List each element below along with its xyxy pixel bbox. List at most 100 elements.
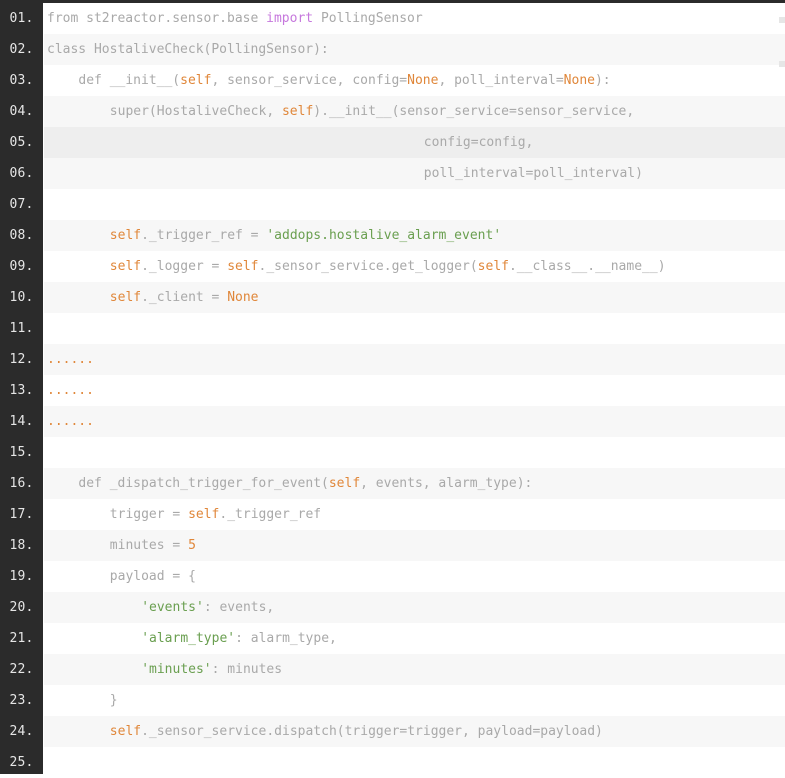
line-number: 10. [9, 290, 34, 305]
code-token-plain: minutes = [109, 538, 189, 553]
code-line: 07. [0, 189, 785, 220]
line-number: 19. [9, 569, 34, 584]
line-code: class HostaliveCheck(PollingSensor): [44, 34, 785, 65]
line-number: 14. [9, 414, 34, 429]
code-token-plain: super(HostaliveCheck, [109, 104, 282, 119]
code-token-none: None [227, 290, 259, 305]
line-number: 20. [9, 600, 34, 615]
code-line: 21. 'alarm_type': alarm_type, [0, 623, 785, 654]
code-token-self: self [109, 259, 142, 274]
line-number: 11. [9, 321, 34, 336]
code-token-plain: ._sensor_service.get_logger( [258, 259, 478, 274]
code-line: 05. config=config, [0, 127, 785, 158]
code-token-self: self [328, 476, 361, 491]
code-line: 19. payload = { [0, 561, 785, 592]
code-token-self: self [281, 104, 314, 119]
code-token-plain: : events, [203, 600, 275, 615]
code-token-str: 'alarm_type' [141, 631, 236, 646]
code-token-plain: ._trigger_ref [219, 507, 322, 522]
line-code: 'minutes': minutes [44, 654, 785, 685]
code-line: 06. poll_interval=poll_interval) [0, 158, 785, 189]
code-token-kw: import [266, 11, 314, 26]
line-code: ...... [44, 406, 785, 437]
code-line: 17. trigger = self._trigger_ref [0, 499, 785, 530]
code-token-none: None [407, 73, 439, 88]
code-token-plain: : alarm_type, [235, 631, 337, 646]
code-line: 02. class HostaliveCheck(PollingSensor): [0, 34, 785, 65]
line-code: ...... [44, 375, 785, 406]
code-line: 13....... [0, 375, 785, 406]
code-token-plain: ).__init__(sensor_service=sensor_service… [313, 104, 635, 119]
code-token-plain: } [109, 693, 118, 708]
code-line: 08. self._trigger_ref = 'addops.hostalive… [0, 220, 785, 251]
code-line: 12....... [0, 344, 785, 375]
line-code: ...... [44, 344, 785, 375]
line-number: 06. [9, 166, 34, 181]
code-token-plain: trigger = [109, 507, 189, 522]
line-number: 03. [9, 73, 34, 88]
line-number: 24. [9, 724, 34, 739]
line-code: payload = { [44, 561, 785, 592]
code-token-plain: ._logger = [141, 259, 228, 274]
code-line: 16. def _dispatch_trigger_for_event(self,… [0, 468, 785, 499]
code-token-plain: payload = { [109, 569, 196, 584]
code-token-plain: def __init__( [78, 73, 181, 88]
code-line: 10. self._client = None [0, 282, 785, 313]
line-number: 18. [9, 538, 34, 553]
code-token-plain: ._client = [141, 290, 228, 305]
code-token-str: 'events' [141, 600, 204, 615]
line-code: self._sensor_service.dispatch(trigger=tr… [44, 716, 785, 747]
scrollbar-marker[interactable] [779, 61, 785, 67]
code-token-self: self [227, 259, 259, 274]
line-code: def __init__(self, sensor_service, confi… [44, 65, 785, 96]
scrollbar-marker[interactable] [779, 17, 785, 23]
line-code [44, 189, 785, 220]
code-lines: 01. from st2reactor.sensor.base import Po… [0, 3, 785, 778]
code-token-plain: , poll_interval= [438, 73, 564, 88]
code-token-plain: class HostaliveCheck(PollingSensor): [47, 42, 329, 57]
code-token-plain: from st2reactor.sensor.base [47, 11, 267, 26]
line-number: 08. [9, 228, 34, 243]
code-token-plain: ._trigger_ref = [141, 228, 267, 243]
code-token-plain: def _dispatch_trigger_for_event( [78, 476, 329, 491]
code-token-self: self [109, 228, 142, 243]
line-code [44, 313, 785, 344]
code-line: 24. self._sensor_service.dispatch(trigger… [0, 716, 785, 747]
code-token-plain: config=config, [423, 135, 534, 150]
code-line: 15. [0, 437, 785, 468]
code-token-self: self [109, 290, 142, 305]
line-code: self._client = None [44, 282, 785, 313]
code-token-self: self [477, 259, 509, 274]
code-line: 14....... [0, 406, 785, 437]
code-token-plain: , events, alarm_type): [360, 476, 533, 491]
line-number: 21. [9, 631, 34, 646]
code-line: 03. def __init__(self, sensor_service, co… [0, 65, 785, 96]
line-number: 01. [9, 11, 34, 26]
line-number: 25. [9, 755, 34, 770]
line-code: from st2reactor.sensor.base import Polli… [44, 3, 785, 34]
code-viewer: 01. from st2reactor.sensor.base import Po… [0, 0, 785, 774]
code-line: 09. self._logger = self._sensor_service.g… [0, 251, 785, 282]
line-code: trigger = self._trigger_ref [44, 499, 785, 530]
line-number: 15. [9, 445, 34, 460]
code-token-dots: ...... [47, 414, 94, 429]
line-code: config=config, [44, 127, 785, 158]
line-number: 22. [9, 662, 34, 677]
code-line: 23.} [0, 685, 785, 716]
line-number: 09. [9, 259, 34, 274]
line-code: self._logger = self._sensor_service.get_… [44, 251, 785, 282]
code-token-str: 'minutes' [141, 662, 212, 677]
line-code: minutes = 5 [44, 530, 785, 561]
line-code: } [44, 685, 785, 716]
code-line: 25. [0, 747, 785, 778]
line-number: 05. [9, 135, 34, 150]
code-line: 01. from st2reactor.sensor.base import Po… [0, 3, 785, 34]
code-token-self: self [188, 507, 220, 522]
line-code: 'alarm_type': alarm_type, [44, 623, 785, 654]
code-token-num: 5 [188, 538, 196, 553]
code-token-dots: ...... [47, 383, 94, 398]
line-number: 17. [9, 507, 34, 522]
code-token-plain: .__class__.__name__) [508, 259, 666, 274]
line-number: 13. [9, 383, 34, 398]
code-token-plain: poll_interval=poll_interval) [423, 166, 643, 181]
